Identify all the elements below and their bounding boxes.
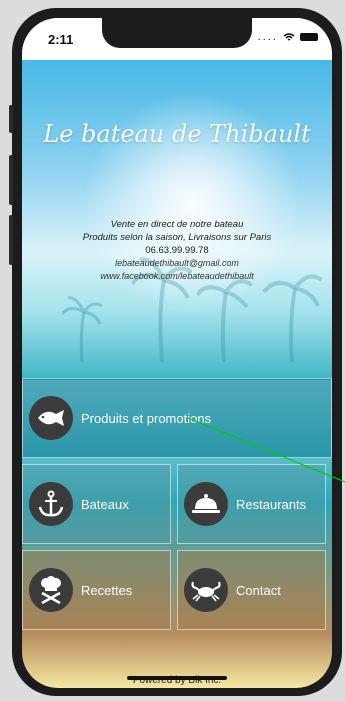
- volume-up-button: [9, 155, 13, 205]
- menu-item-recettes[interactable]: Recettes: [22, 550, 171, 630]
- menu-item-bateaux[interactable]: Bateaux: [22, 464, 171, 544]
- notch: [102, 18, 252, 48]
- app-title: Le bateau de Thibault: [43, 120, 311, 148]
- fish-icon: [29, 396, 73, 440]
- menu-item-label: Contact: [236, 582, 281, 598]
- volume-down-button: [9, 215, 13, 265]
- menu-item-restaurants[interactable]: Restaurants: [177, 464, 326, 544]
- menu-item-produits[interactable]: Produits et promotions: [22, 378, 332, 458]
- battery-icon: [300, 33, 318, 42]
- email-address[interactable]: lebateaudethibault@gmail.com: [22, 257, 332, 270]
- palm-tree-decoration: [62, 296, 102, 362]
- menu-item-contact[interactable]: Contact: [177, 550, 326, 630]
- anchor-icon: [29, 482, 73, 526]
- business-info: Vente en direct de notre bateau Produits…: [22, 218, 332, 283]
- menu-item-label: Bateaux: [81, 496, 129, 512]
- status-icons: ....: [258, 31, 318, 43]
- wifi-icon: [283, 32, 295, 41]
- footer: Powered by Bik Inc.: [22, 642, 332, 688]
- tagline: Vente en direct de notre bateau: [110, 219, 244, 230]
- chef-hat-icon: [29, 568, 73, 612]
- status-time: 2:11: [48, 32, 74, 47]
- home-indicator[interactable]: [127, 676, 227, 680]
- crab-icon: [184, 568, 228, 612]
- cloche-icon: [184, 482, 228, 526]
- menu-item-label: Produits et promotions: [81, 410, 212, 426]
- signal-icon: ....: [257, 31, 278, 43]
- side-button: [9, 105, 13, 133]
- status-bar: 2:11 ....: [22, 18, 332, 60]
- phone-number[interactable]: 06.63.99.99.78: [22, 244, 332, 257]
- menu-item-label: Restaurants: [236, 496, 307, 512]
- hero-banner: Le bateau de Thibault Vente en direct de…: [22, 60, 332, 380]
- menu-item-label: Recettes: [81, 582, 133, 598]
- app-screen: Le bateau de Thibault Vente en direct de…: [22, 18, 332, 688]
- facebook-link[interactable]: www.facebook.com/lebateaudethibault: [22, 270, 332, 283]
- subtitle: Produits selon la saison, Livraisons sur…: [82, 232, 272, 243]
